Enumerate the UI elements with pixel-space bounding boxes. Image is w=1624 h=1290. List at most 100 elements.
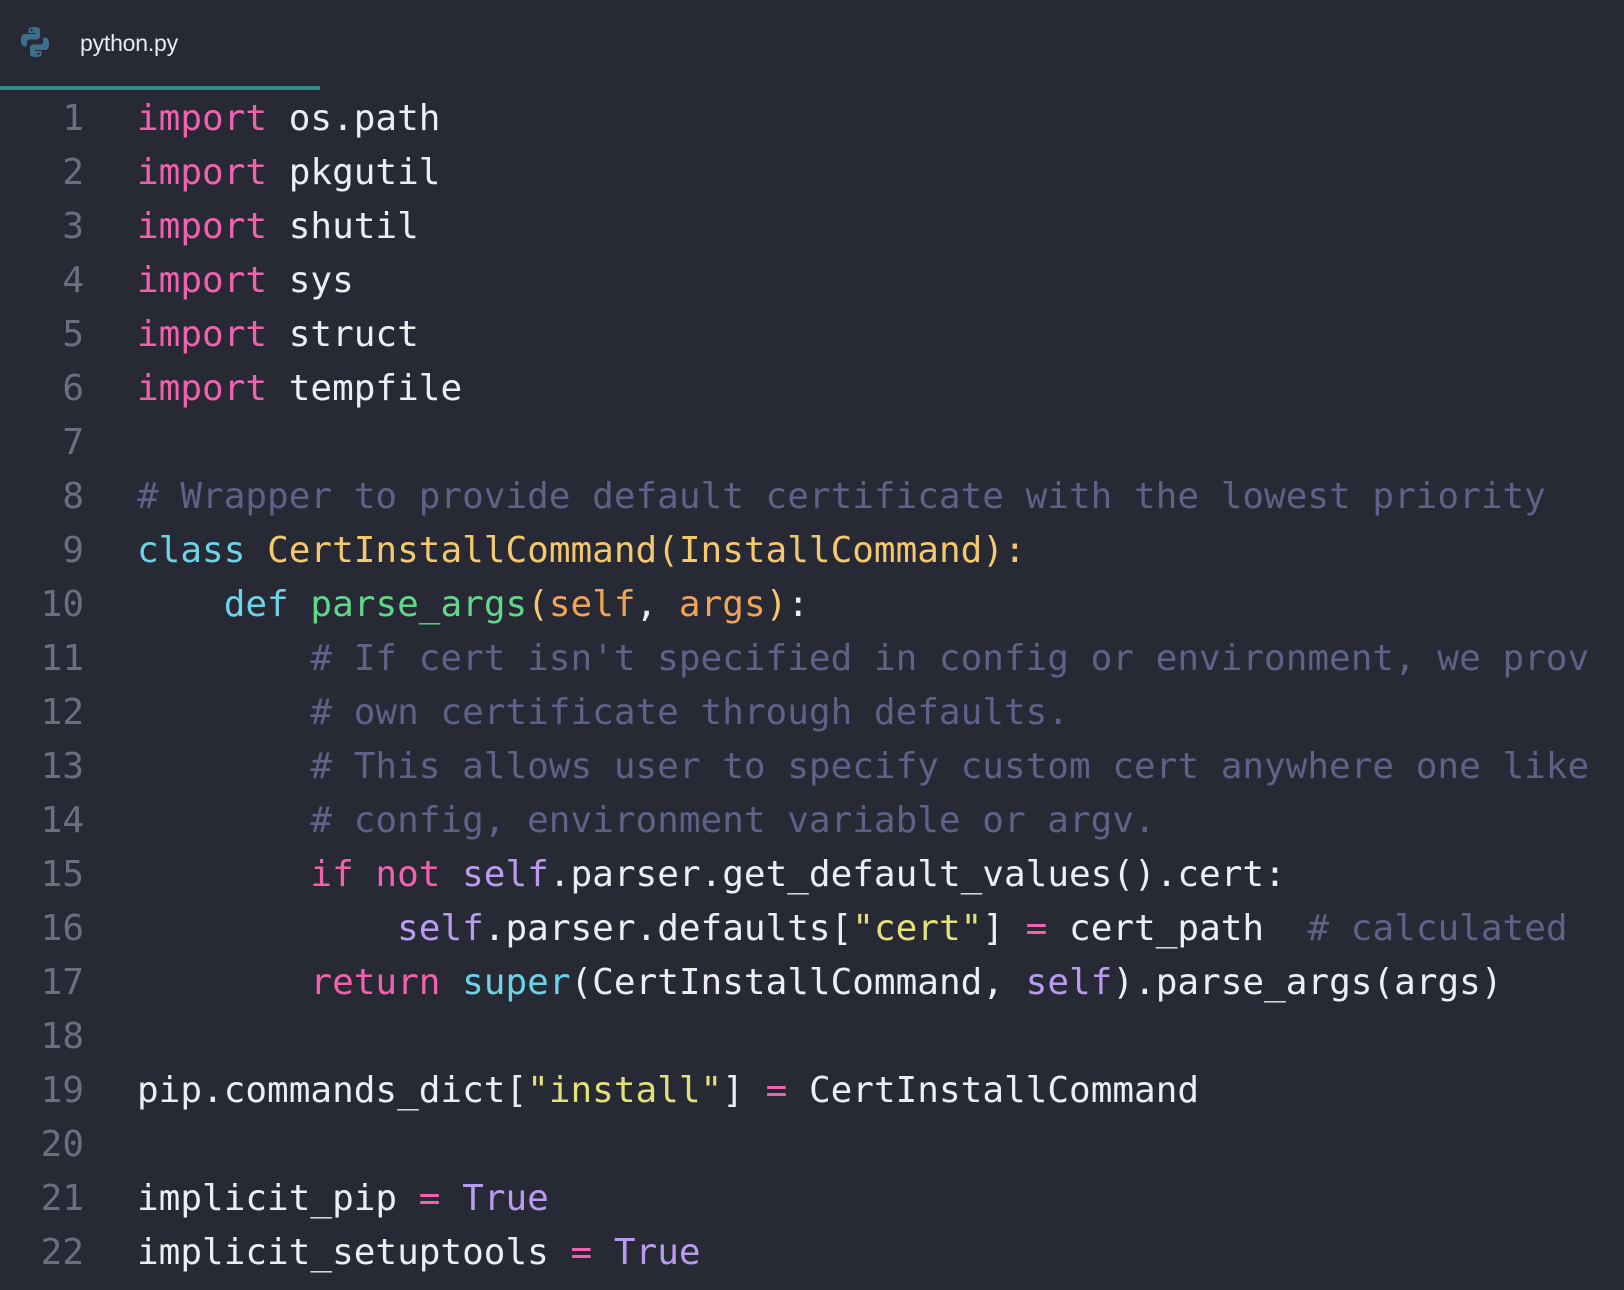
active-tab-indicator	[0, 86, 320, 90]
code-line[interactable]: 18	[0, 1010, 1624, 1064]
code-token-plain: tempfile	[267, 368, 463, 409]
code-token-comment: # This allows user to specify custom cer…	[310, 746, 1590, 787]
code-token-plain: pip.commands_dict[	[137, 1070, 528, 1111]
code-text: return super(CertInstallCommand, self).p…	[137, 956, 1503, 1010]
code-line[interactable]: 9 class CertInstallCommand(InstallCommand…	[0, 524, 1624, 578]
line-number: 17	[40, 962, 84, 1003]
code-token-plain: implicit_pip	[137, 1178, 419, 1219]
tab-bar: python.py	[0, 0, 1624, 92]
code-token-plain: sys	[267, 260, 354, 301]
code-token-storage: class	[137, 530, 246, 571]
code-token-plain: CertInstallCommand	[787, 1070, 1200, 1111]
code-token-op: =	[570, 1232, 593, 1273]
code-token-keyword: import	[137, 368, 268, 409]
code-token-op: =	[418, 1178, 441, 1219]
code-text: import shutil	[137, 200, 419, 254]
code-line[interactable]: 20	[0, 1118, 1624, 1172]
code-token-plain: .parser.get_default_values().cert:	[548, 854, 1286, 895]
code-line[interactable]: 6 import tempfile	[0, 362, 1624, 416]
code-line[interactable]: 12 # own certificate through defaults.	[0, 686, 1624, 740]
code-token-self: self	[1025, 962, 1113, 1003]
code-line[interactable]: 16 self.parser.defaults["cert"] = cert_p…	[0, 902, 1624, 956]
code-token-param: args	[678, 584, 766, 625]
code-token-plain: implicit_setuptools	[137, 1232, 571, 1273]
code-token-keyword: return	[310, 962, 441, 1003]
code-line[interactable]: 10 def parse_args(self, args):	[0, 578, 1624, 632]
code-token-class: )	[765, 584, 788, 625]
code-line[interactable]: 19 pip.commands_dict["install"] = CertIns…	[0, 1064, 1624, 1118]
line-number: 7	[62, 422, 84, 463]
line-number: 3	[62, 206, 84, 247]
code-token-plain: (CertInstallCommand,	[570, 962, 1026, 1003]
python-icon	[20, 26, 50, 58]
code-line[interactable]: 21 implicit_pip = True	[0, 1172, 1624, 1226]
code-token-plain: cert_path	[1047, 908, 1308, 949]
code-text: pip.commands_dict["install"] = CertInsta…	[137, 1064, 1199, 1118]
code-text: # config, environment variable or argv.	[137, 794, 1155, 848]
code-text: import tempfile	[137, 362, 462, 416]
tab-python-file[interactable]: python.py	[0, 0, 320, 92]
line-number: 9	[62, 530, 84, 571]
code-text: # If cert isn't specified in config or e…	[137, 632, 1589, 686]
code-line[interactable]: 17 return super(CertInstallCommand, self…	[0, 956, 1624, 1010]
code-token-comment: # If cert isn't specified in config or e…	[310, 638, 1590, 679]
code-token-plain: struct	[267, 314, 419, 355]
code-text: def parse_args(self, args):	[137, 578, 809, 632]
code-line[interactable]: 1 import os.path	[0, 92, 1624, 146]
code-token-plain: os.path	[267, 98, 441, 139]
code-token-self: self	[397, 908, 484, 949]
code-line[interactable]: 2 import pkgutil	[0, 146, 1624, 200]
line-number: 4	[62, 260, 84, 301]
code-token-builtin: super	[462, 962, 571, 1003]
code-text: implicit_pip = True	[137, 1172, 549, 1226]
code-token-const: True	[462, 1178, 549, 1219]
code-line[interactable]: 14 # config, environment variable or arg…	[0, 794, 1624, 848]
code-line[interactable]: 13 # This allows user to specify custom …	[0, 740, 1624, 794]
code-token-keyword: import	[137, 314, 268, 355]
code-line[interactable]: 15 if not self.parser.get_default_values…	[0, 848, 1624, 902]
code-line[interactable]: 4 import sys	[0, 254, 1624, 308]
code-line[interactable]: 8 # Wrapper to provide default certificat…	[0, 470, 1624, 524]
code-line[interactable]: 3 import shutil	[0, 200, 1624, 254]
code-token-plain: pkgutil	[267, 152, 441, 193]
line-number: 11	[40, 638, 84, 679]
line-number: 14	[40, 800, 84, 841]
code-token-class: (	[527, 584, 549, 625]
code-token-keyword: import	[137, 206, 268, 247]
code-line[interactable]: 5 import struct	[0, 308, 1624, 362]
code-token-comment: # own certificate through defaults.	[310, 692, 1069, 733]
code-token-storage: def	[223, 584, 289, 625]
line-number: 22	[40, 1232, 84, 1273]
code-token-plain: ).parse_args(args)	[1112, 962, 1503, 1003]
line-number: 18	[40, 1016, 84, 1057]
code-text: import pkgutil	[137, 146, 440, 200]
code-text: # own certificate through defaults.	[137, 686, 1069, 740]
code-token-plain: ]	[982, 908, 1026, 949]
code-line[interactable]: 7	[0, 416, 1624, 470]
code-token-op: =	[765, 1070, 788, 1111]
code-text: # This allows user to specify custom cer…	[137, 740, 1589, 794]
code-token-keyword: if not	[310, 854, 441, 895]
code-token-param: self	[548, 584, 636, 625]
tab-filename: python.py	[80, 30, 178, 56]
line-number: 15	[40, 854, 84, 895]
code-text: class CertInstallCommand(InstallCommand)…	[137, 524, 1026, 578]
code-line[interactable]: 22 implicit_setuptools = True	[0, 1226, 1624, 1280]
line-number: 19	[40, 1070, 84, 1111]
code-line[interactable]: 11 # If cert isn't specified in config o…	[0, 632, 1624, 686]
code-editor[interactable]: 1 import os.path 2 import pkgutil 3 import sh…	[0, 92, 1624, 1290]
code-token-op: =	[1025, 908, 1048, 949]
code-token-func: parse_args	[310, 584, 528, 625]
code-text: import sys	[137, 254, 354, 308]
